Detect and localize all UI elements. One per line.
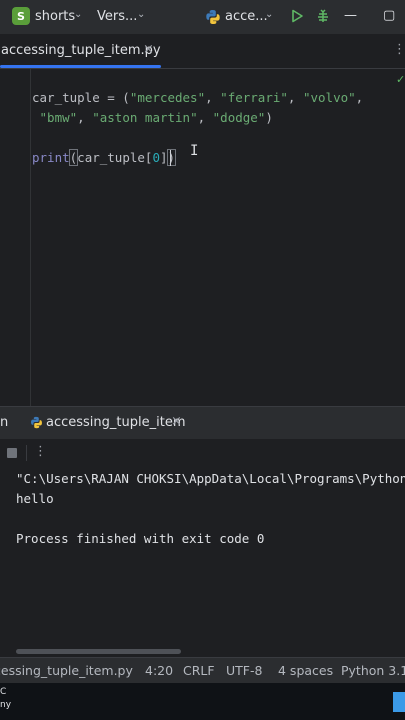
weather-condition[interactable]: ny [0, 700, 11, 710]
console-line-exit: Process finished with exit code 0 [16, 531, 265, 546]
weather-temp[interactable]: C [0, 687, 6, 697]
run-tool-window-header: n accessing_tuple_item × [0, 406, 405, 439]
code-editor[interactable]: ✓ car_tuple = ("mercedes", "ferrari", "v… [0, 69, 405, 406]
status-caret-position[interactable]: 4:20 [145, 663, 173, 678]
status-file-path[interactable]: cessing_tuple_item.py [0, 663, 133, 678]
maximize-icon[interactable]: ▢ [383, 8, 395, 23]
gutter-divider [30, 69, 31, 406]
close-icon[interactable]: × [143, 42, 154, 57]
close-icon[interactable]: × [171, 414, 182, 429]
vcs-widget[interactable]: Vers... [97, 9, 137, 24]
status-interpreter[interactable]: Python 3.13 [341, 663, 405, 678]
stop-icon[interactable] [7, 448, 17, 458]
chevron-down-icon[interactable]: ⌄ [74, 9, 82, 20]
more-icon[interactable]: ⋮ [34, 444, 47, 459]
active-tab-indicator [0, 65, 161, 68]
project-badge[interactable]: S [12, 7, 30, 25]
code-line-4: print(car_tuple[0]) [32, 149, 176, 166]
status-indent[interactable]: 4 spaces [278, 663, 333, 678]
os-taskbar: C ny [0, 683, 405, 720]
mouse-ibeam-cursor: I [190, 143, 199, 159]
horizontal-scrollbar[interactable] [16, 649, 181, 654]
console-output[interactable]: "C:\Users\RAJAN CHOKSI\AppData\Local\Pro… [0, 467, 405, 655]
run-window-title: n [0, 415, 9, 430]
console-toolbar: ⋮ [0, 439, 405, 467]
editor-tab-bar: accessing_tuple_item.py × ⋮ [0, 34, 405, 69]
more-icon[interactable]: ⋮ [393, 42, 405, 57]
start-icon[interactable] [393, 692, 405, 712]
tab-accessing-tuple-item[interactable]: accessing_tuple_item.py [1, 43, 161, 58]
console-line-output: hello [16, 491, 54, 506]
python-icon [206, 10, 220, 24]
minimize-icon[interactable]: — [344, 8, 357, 23]
chevron-down-icon[interactable]: ⌄ [265, 9, 273, 20]
python-icon [31, 416, 42, 429]
title-bar: S shorts ⌄ Vers... ⌄ acce... ⌄ — ▢ [0, 0, 405, 34]
run-tab-accessing-tuple-item[interactable]: accessing_tuple_item [46, 415, 185, 430]
code-line-2: "bmw", "aston martin", "dodge") [39, 110, 273, 125]
chevron-down-icon[interactable]: ⌄ [137, 9, 145, 20]
code-line-1: car_tuple = ("mercedes", "ferrari", "vol… [32, 90, 364, 105]
console-line-command: "C:\Users\RAJAN CHOKSI\AppData\Local\Pro… [16, 471, 405, 486]
status-line-separator[interactable]: CRLF [183, 663, 215, 678]
toolbar-divider [26, 445, 27, 461]
status-encoding[interactable]: UTF-8 [226, 663, 262, 678]
text-caret [170, 150, 171, 166]
run-config-selector[interactable]: acce... [225, 9, 268, 24]
status-bar: cessing_tuple_item.py 4:20 CRLF UTF-8 4 … [0, 657, 405, 683]
inspection-ok-icon[interactable]: ✓ [396, 73, 405, 86]
run-icon[interactable] [290, 9, 304, 23]
debug-icon[interactable] [316, 8, 330, 24]
project-name[interactable]: shorts [35, 9, 75, 24]
